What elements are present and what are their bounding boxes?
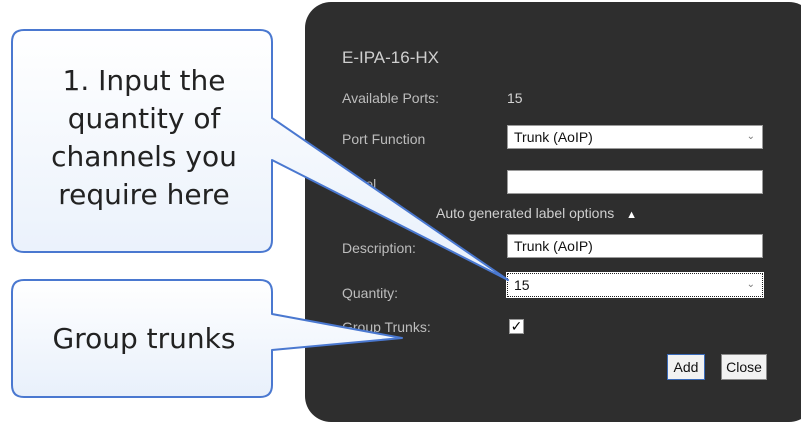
group-trunks-callout-text: Group trunks xyxy=(52,322,236,355)
quantity-callout-text: 1. Input the quantity of channels you re… xyxy=(22,62,266,214)
quantity-callout-line: quantity of xyxy=(67,102,221,135)
quantity-callout-line: require here xyxy=(58,178,230,211)
quantity-callout-line: 1. Input the xyxy=(62,64,226,97)
quantity-callout-line: channels you xyxy=(51,140,237,173)
